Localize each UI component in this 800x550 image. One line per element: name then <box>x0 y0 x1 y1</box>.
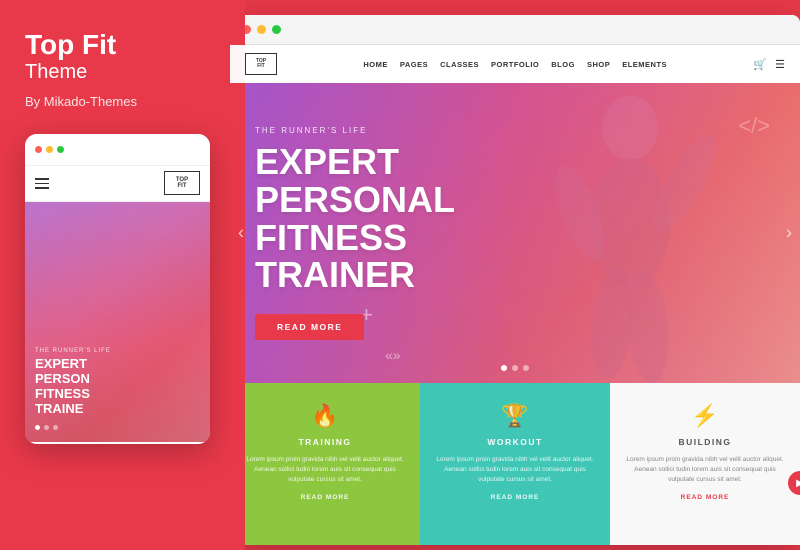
workout-read-more[interactable]: READ MORE <box>491 494 540 501</box>
site-nav-right: 🛒 ☰ <box>753 58 785 71</box>
mobile-nav: TOPFIT <box>25 166 210 202</box>
site-nav-links: HOME PAGES CLASSES PORTFOLIO BLOG SHOP E… <box>363 60 667 69</box>
hero-page-dot-2[interactable] <box>512 365 518 371</box>
mobile-mockup: TOPFIT THE RUNNER'S LIFE EXPERT PERSON F… <box>25 134 210 444</box>
feature-workout: 🏆 WORKOUT Lorem ipsum proin gravida nibh… <box>420 383 610 545</box>
feature-training: 🔥 TRAINING Lorem ipsum proin gravida nib… <box>230 383 420 545</box>
nav-pages[interactable]: PAGES <box>400 60 428 69</box>
nav-classes[interactable]: CLASSES <box>440 60 479 69</box>
building-title: BUILDING <box>678 437 731 447</box>
mobile-pagination <box>35 425 200 430</box>
hero-next-arrow[interactable]: › <box>786 223 792 244</box>
hero-title: EXPERT PERSONAL FITNESS TRAINER <box>255 143 455 294</box>
mobile-page-dot <box>35 425 40 430</box>
site-logo: TOPFIT <box>245 53 277 75</box>
mobile-hero: THE RUNNER'S LIFE EXPERT PERSON FITNESS … <box>25 202 210 442</box>
nav-portfolio[interactable]: PORTFOLIO <box>491 60 539 69</box>
hero-page-dot-3[interactable] <box>523 365 529 371</box>
brand-name: Top Fit <box>25 30 220 61</box>
mobile-dot-yellow <box>46 146 53 153</box>
workout-icon: 🏆 <box>501 403 528 429</box>
menu-icon[interactable]: ☰ <box>775 58 785 71</box>
hero-cta-button[interactable]: READ MORE <box>255 314 364 340</box>
building-icon: ⚡ <box>691 403 718 429</box>
mobile-logo: TOPFIT <box>164 171 200 195</box>
training-read-more[interactable]: READ MORE <box>301 494 350 501</box>
brand-by: By Mikado-Themes <box>25 94 220 109</box>
deco-code-icon: </> <box>738 113 770 139</box>
training-title: TRAINING <box>298 437 351 447</box>
workout-text: Lorem ipsum proin gravida nibh vel velit… <box>432 455 598 484</box>
mobile-dot-red <box>35 146 42 153</box>
feature-building: ⚡ BUILDING Lorem ipsum proin gravida nib… <box>610 383 800 545</box>
hero-content: THE RUNNER'S LIFE EXPERT PERSONAL FITNES… <box>230 106 480 360</box>
mobile-dots <box>35 146 64 153</box>
mobile-hero-title: EXPERT PERSON FITNESS TRAINE <box>35 357 200 417</box>
mobile-dot-green <box>57 146 64 153</box>
nav-elements[interactable]: ELEMENTS <box>622 60 667 69</box>
browser-top-bar <box>230 15 800 45</box>
hamburger-icon[interactable] <box>35 178 49 189</box>
mobile-hero-content: THE RUNNER'S LIFE EXPERT PERSON FITNESS … <box>35 348 200 430</box>
mobile-page-dot <box>53 425 58 430</box>
features-section: 🔥 TRAINING Lorem ipsum proin gravida nib… <box>230 383 800 545</box>
hero-person <box>540 83 720 383</box>
site-nav: TOPFIT HOME PAGES CLASSES PORTFOLIO BLOG… <box>230 45 800 83</box>
hero-tagline: THE RUNNER'S LIFE <box>255 126 455 135</box>
training-text: Lorem ipsum proin gravida nibh vel velit… <box>242 455 408 484</box>
brand-subtitle: Theme <box>25 61 220 84</box>
browser-dot-yellow <box>257 25 266 34</box>
browser-content: TOPFIT HOME PAGES CLASSES PORTFOLIO BLOG… <box>230 45 800 545</box>
red-circle-button[interactable]: ▶ <box>788 471 800 495</box>
mobile-top-bar <box>25 134 210 166</box>
browser-mockup: TOPFIT HOME PAGES CLASSES PORTFOLIO BLOG… <box>230 15 800 545</box>
building-text: Lorem ipsum proin gravida nibh vel velit… <box>622 455 788 484</box>
left-panel: Top Fit Theme By Mikado-Themes TOPFIT TH… <box>0 0 245 550</box>
building-read-more[interactable]: READ MORE <box>681 494 730 501</box>
mobile-page-dot <box>44 425 49 430</box>
browser-dot-green <box>272 25 281 34</box>
nav-shop[interactable]: SHOP <box>587 60 610 69</box>
hero-pagination <box>501 365 529 371</box>
training-icon: 🔥 <box>311 403 338 429</box>
mobile-tagline: THE RUNNER'S LIFE <box>35 348 200 354</box>
workout-title: WORKOUT <box>487 437 542 447</box>
nav-home[interactable]: HOME <box>363 60 388 69</box>
nav-blog[interactable]: BLOG <box>551 60 575 69</box>
hero-prev-arrow[interactable]: ‹ <box>238 223 244 244</box>
cart-icon[interactable]: 🛒 <box>753 58 767 71</box>
hero-page-dot-1[interactable] <box>501 365 507 371</box>
site-hero: </> THE RUNNER'S LIFE EXPERT PERSONAL FI… <box>230 83 800 383</box>
